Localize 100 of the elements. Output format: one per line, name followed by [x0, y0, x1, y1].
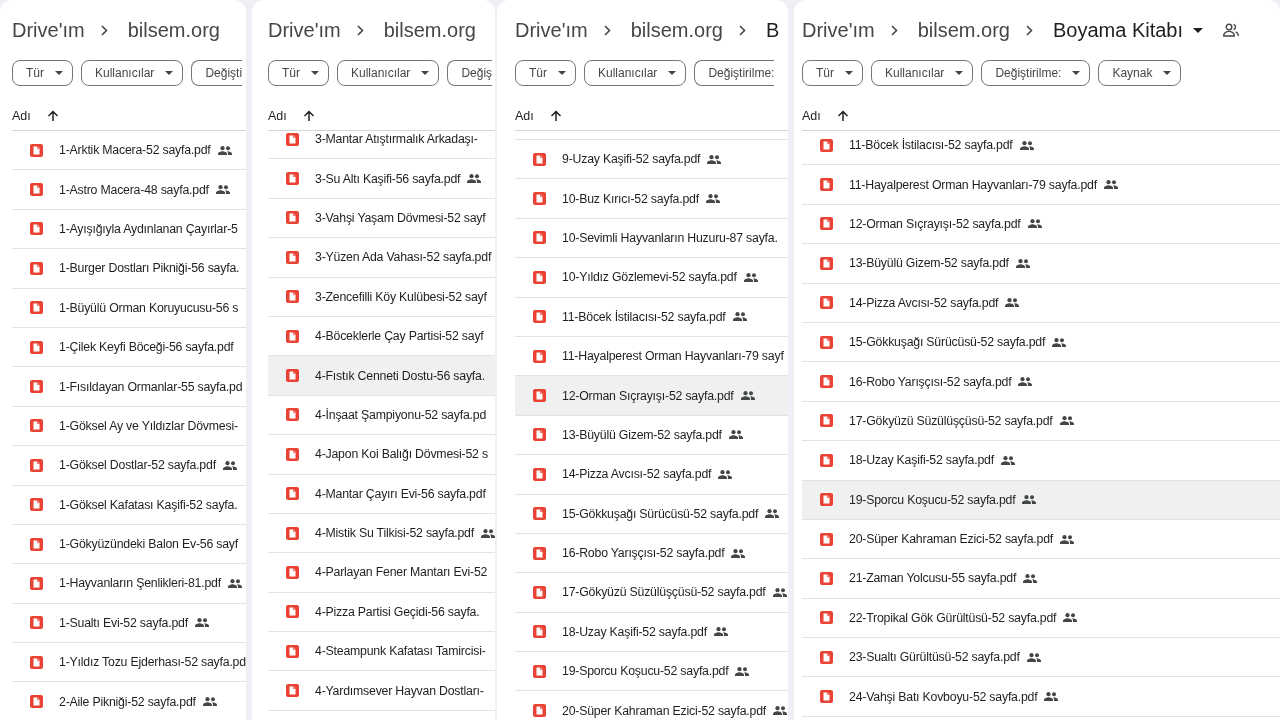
file-row[interactable]: 21-Zaman Yolcusu-55 sayfa.pdf	[802, 559, 1280, 599]
file-row[interactable]: 3-Vahşi Yaşam Dövmesi-52 sayf	[268, 198, 495, 239]
file-row[interactable]: 1-Göksel Ay ve Yıldızlar Dövmesi-	[12, 406, 246, 447]
file-row[interactable]: 10-Buz Kırıcı-52 sayfa.pdf	[515, 179, 788, 219]
file-row[interactable]: 4-Mistik Su Tilkisi-52 sayfa.pdf	[268, 513, 495, 554]
name-column-header[interactable]: Adı	[802, 108, 849, 123]
file-row[interactable]: 3-Mantar Atıştırmalık Arkadaşı-	[268, 131, 495, 160]
file-row[interactable]: 1-Ayışığıyla Aydınlanan Çayırlar-5	[12, 209, 246, 250]
file-row[interactable]: 20-Süper Kahraman Ezici-52 sayfa.pdf	[802, 519, 1280, 560]
file-row[interactable]: 4-Fıstık Cenneti Dostu-56 sayfa.	[268, 356, 495, 396]
file-row[interactable]: 18-Uzay Kaşifi-52 sayfa.pdf	[802, 441, 1280, 481]
file-row[interactable]: 10-Yıldız Gözlemevi-52 sayfa.pdf	[515, 258, 788, 298]
file-row[interactable]: 22-Tropikal Gök Gürültüsü-52 sayfa.pdf	[802, 598, 1280, 639]
file-row[interactable]: 4-Mantar Çayırı Evi-56 sayfa.pdf	[268, 474, 495, 514]
breadcrumb-link[interactable]: Drive'ım	[515, 17, 588, 43]
filter-chip[interactable]: Kullanıcılar	[871, 60, 974, 86]
file-row[interactable]: 1-Burger Dostları Pikniği-56 sayfa.	[12, 249, 246, 289]
file-row[interactable]: 3-Su Altı Kaşifi-56 sayfa.pdf	[268, 159, 495, 199]
file-row[interactable]: 3-Zencefilli Köy Kulübesi-52 sayf	[268, 277, 495, 317]
chevron-right-icon	[1026, 24, 1033, 36]
file-icon	[286, 408, 299, 422]
file-row[interactable]: 2-Aile Pikniği-52 sayfa.pdf	[12, 682, 246, 720]
filter-chip[interactable]: Kaynak	[1098, 60, 1182, 86]
file-row[interactable]: 4-Pizza Partisi Geçidi-56 sayfa.	[268, 592, 495, 633]
file-row[interactable]: 12-Orman Sıçrayışı-52 sayfa.pdf	[515, 376, 788, 416]
file-name: 15-Gökkuşağı Sürücüsü-52 sayfa.pdf	[562, 506, 759, 521]
filter-chip[interactable]: Kullanıcılar	[584, 60, 687, 86]
file-row[interactable]: 17-Gökyüzü Süzülüşçüsü-52 sayfa.pdf	[515, 573, 788, 613]
filter-chip[interactable]: Tür	[12, 60, 73, 86]
file-row[interactable]: 18-Uzay Kaşifi-52 sayfa.pdf	[515, 612, 788, 653]
filter-chip[interactable]: Kullanıcılar	[337, 60, 440, 86]
file-row[interactable]: 14-Pizza Avcısı-52 sayfa.pdf	[515, 455, 788, 495]
breadcrumb-link[interactable]: bilsem.org	[917, 17, 1010, 43]
file-row[interactable]: 1-Hayvanların Şenlikleri-81.pdf	[12, 564, 246, 604]
breadcrumb-link[interactable]: B	[766, 17, 780, 43]
filter-chip[interactable]: Değiştirilme:	[694, 60, 775, 86]
filter-chip[interactable]: Kullanıcılar	[81, 60, 184, 86]
breadcrumb-link[interactable]: Drive'ım	[12, 17, 85, 43]
file-row[interactable]: 4-Steampunk Kafatası Tamircisi-	[268, 632, 495, 672]
file-row[interactable]: 4-Parlayan Fener Mantarı Evi-52	[268, 553, 495, 593]
file-icon	[286, 605, 299, 619]
file-row[interactable]: 23-Sualtı Gürültüsü-52 sayfa.pdf	[802, 638, 1280, 678]
file-row[interactable]: 1-Sualtı Evi-52 sayfa.pdf	[12, 603, 246, 644]
filter-chip[interactable]: Tür	[268, 60, 329, 86]
file-row[interactable]: 4-Japon Koi Balığı Dövmesi-52 s	[268, 435, 495, 475]
breadcrumb-link[interactable]: bilsem.org	[383, 17, 476, 43]
name-column-header[interactable]: Adı	[515, 108, 562, 123]
file-row[interactable]: 1-Büyülü Orman Koruyucusu-56 s	[12, 288, 246, 328]
breadcrumb-link[interactable]: Drive'ım	[268, 17, 341, 43]
file-row[interactable]: 24-Vahşi Batı Kovboyu-52 sayfa.pdf	[802, 677, 1280, 717]
file-row[interactable]: 13-Büyülü Gizem-52 sayfa.pdf	[515, 415, 788, 456]
file-row[interactable]: 4-Yardımsever Hayvan Dostları-	[268, 671, 495, 711]
name-column-header[interactable]: Adı	[268, 108, 315, 123]
file-name: 10-Yıldız Gözlemevi-52 sayfa.pdf	[562, 270, 737, 285]
file-name: 12-Orman Sıçrayışı-52 sayfa.pdf	[849, 216, 1021, 231]
breadcrumb-link[interactable]: bilsem.org	[127, 17, 220, 43]
file-row[interactable]: 1-Fısıldayan Ormanlar-55 sayfa.pd	[12, 367, 246, 407]
file-name: 21-Zaman Yolcusu-55 sayfa.pdf	[849, 571, 1017, 586]
file-row[interactable]: 1-Gökyüzündeki Balon Ev-56 sayf	[12, 524, 246, 565]
file-row[interactable]: 1-Çilek Keyfi Böceği-56 sayfa.pdf	[12, 327, 246, 368]
file-row[interactable]: 19-Sporcu Koşucu-52 sayfa.pdf	[802, 480, 1280, 520]
file-row[interactable]: 11-Böcek İstilacısı-52 sayfa.pdf	[802, 131, 1280, 166]
file-row[interactable]: 14-Pizza Avcısı-52 sayfa.pdf	[802, 283, 1280, 323]
file-row[interactable]: 9-Uzay Kaşifi-52 sayfa.pdf	[515, 140, 788, 180]
file-icon	[30, 301, 43, 315]
file-row[interactable]: 19-Sporcu Koşucu-52 sayfa.pdf	[515, 652, 788, 692]
file-row[interactable]: 11-Hayalperest Orman Hayvanları-79 sayfa.pdf	[802, 165, 1280, 205]
file-row[interactable]: 15-Gökkuşağı Sürücüsü-52 sayfa.pdf	[515, 494, 788, 534]
file-row[interactable]: 1-Arktik Macera-52 sayfa.pdf	[12, 131, 246, 171]
file-row[interactable]: 1-Göksel Dostlar-52 sayfa.pdf	[12, 446, 246, 486]
filter-chip[interactable]: Değiş	[447, 60, 493, 86]
filter-chip[interactable]: Değiştirilme:	[981, 60, 1091, 86]
file-row[interactable]: 16-Robo Yarışçısı-52 sayfa.pdf	[515, 533, 788, 574]
file-row[interactable]: 20-Süper Kahraman Ezici-52 sayfa.pdf	[515, 691, 788, 720]
file-name: 4-Pizza Partisi Geçidi-56 sayfa.	[315, 604, 480, 619]
breadcrumb-link[interactable]: Boyama Kitabı	[1053, 17, 1204, 43]
file-name: 1-Çilek Keyfi Böceği-56 sayfa.pdf	[59, 340, 234, 355]
breadcrumb-link[interactable]: bilsem.org	[630, 17, 723, 43]
file-row[interactable]: 4-İnşaat Şampiyonu-52 sayfa.pd	[268, 395, 495, 436]
file-row[interactable]: 3-Yüzen Ada Vahası-52 sayfa.pdf	[268, 238, 495, 278]
people-icon[interactable]	[1223, 23, 1240, 37]
file-row[interactable]: 12-Orman Sıçrayışı-52 sayfa.pdf	[802, 204, 1280, 245]
file-row[interactable]: 1-Astro Macera-48 sayfa.pdf	[12, 170, 246, 210]
file-icon	[30, 222, 43, 236]
file-row[interactable]: 13-Büyülü Gizem-52 sayfa.pdf	[802, 244, 1280, 284]
file-name: 1-Fısıldayan Ormanlar-55 sayfa.pd	[59, 379, 243, 394]
file-row[interactable]: 16-Robo Yarışçısı-52 sayfa.pdf	[802, 362, 1280, 402]
file-icon	[533, 349, 546, 363]
file-row[interactable]: 17-Gökyüzü Süzülüşçüsü-52 sayfa.pdf	[802, 401, 1280, 442]
file-row[interactable]: 1-Yıldız Tozu Ejderhası-52 sayfa.pd	[12, 643, 246, 683]
filter-chip[interactable]: Değişti	[191, 60, 243, 86]
filter-chip[interactable]: Tür	[802, 60, 863, 86]
breadcrumb-link[interactable]: Drive'ım	[802, 17, 875, 43]
file-row[interactable]: 15-Gökkuşağı Sürücüsü-52 sayfa.pdf	[802, 322, 1280, 363]
file-row[interactable]: 10-Sevimli Hayvanların Huzuru-87 sayfa.	[515, 218, 788, 259]
file-row[interactable]: 11-Böcek İstilacısı-52 sayfa.pdf	[515, 297, 788, 337]
file-icon	[533, 586, 546, 599]
filter-chip[interactable]: Tür	[515, 60, 576, 86]
file-row[interactable]: 1-Göksel Kafatası Kaşifi-52 sayfa.	[12, 485, 246, 525]
name-column-header[interactable]: Adı	[12, 108, 59, 123]
